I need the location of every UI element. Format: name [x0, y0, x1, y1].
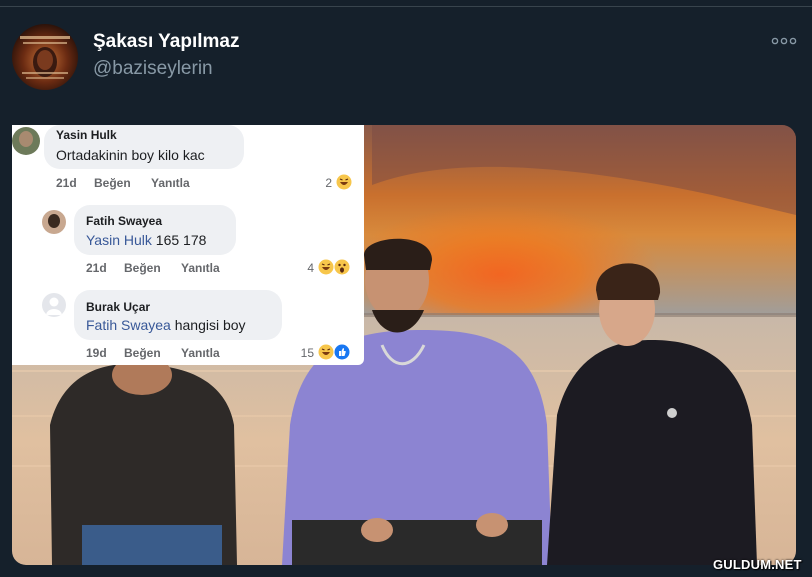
site-watermark: GULDUM.NET	[713, 557, 802, 572]
comment-time[interactable]: 21d	[56, 176, 77, 190]
user-handle[interactable]: @baziseylerin	[93, 58, 213, 80]
comment-meta: 21d Beğen Yanıtla	[56, 176, 206, 190]
reaction-count[interactable]: 2	[312, 176, 332, 190]
reaction-count[interactable]: 4	[294, 261, 314, 275]
top-divider	[0, 6, 812, 7]
mention-link[interactable]: Yasin Hulk	[86, 232, 152, 248]
like-link[interactable]: Beğen	[94, 176, 131, 190]
reply-link[interactable]: Yanıtla	[181, 346, 220, 360]
comment-text: Ortadakinin boy kilo kac	[56, 147, 205, 163]
avatar-image	[20, 36, 70, 79]
comment-meta: 21d Beğen Yanıtla	[86, 261, 236, 275]
reply-link[interactable]: Yanıtla	[181, 261, 220, 275]
comment-author[interactable]: Yasin Hulk	[56, 128, 117, 142]
mention-link[interactable]: Fatih Swayea	[86, 317, 171, 333]
like-link[interactable]: Beğen	[124, 346, 161, 360]
facebook-comments-screenshot: Yasin Hulk Ortadakinin boy kilo kac 21d …	[12, 125, 364, 365]
wow-emoji-icon	[334, 259, 350, 275]
comment-time[interactable]: 21d	[86, 261, 107, 275]
comment-body: hangisi boy	[170, 317, 246, 333]
commenter-avatar	[12, 127, 40, 155]
comment-body: 165 178	[151, 232, 207, 248]
reaction-count[interactable]: 15	[292, 346, 314, 360]
ellipsis-icon[interactable]	[770, 36, 798, 46]
commenter-avatar	[42, 210, 66, 234]
comment-meta: 19d Beğen Yanıtla	[86, 346, 236, 360]
comment-time[interactable]: 19d	[86, 346, 107, 360]
comment-text: Fatih Swayea hangisi boy	[86, 317, 246, 333]
profile-avatar[interactable]	[12, 24, 78, 90]
comment-text: Yasin Hulk 165 178	[86, 232, 206, 248]
like-link[interactable]: Beğen	[124, 261, 161, 275]
reply-link[interactable]: Yanıtla	[151, 176, 190, 190]
like-emoji-icon	[334, 344, 350, 360]
comment-author[interactable]: Burak Uçar	[86, 300, 150, 314]
laughing-emoji-icon	[318, 259, 334, 275]
comment-author[interactable]: Fatih Swayea	[86, 214, 162, 228]
laughing-emoji-icon	[336, 174, 352, 190]
display-name[interactable]: Şakası Yapılmaz	[93, 31, 239, 53]
laughing-emoji-icon	[318, 344, 334, 360]
commenter-avatar	[42, 293, 66, 317]
